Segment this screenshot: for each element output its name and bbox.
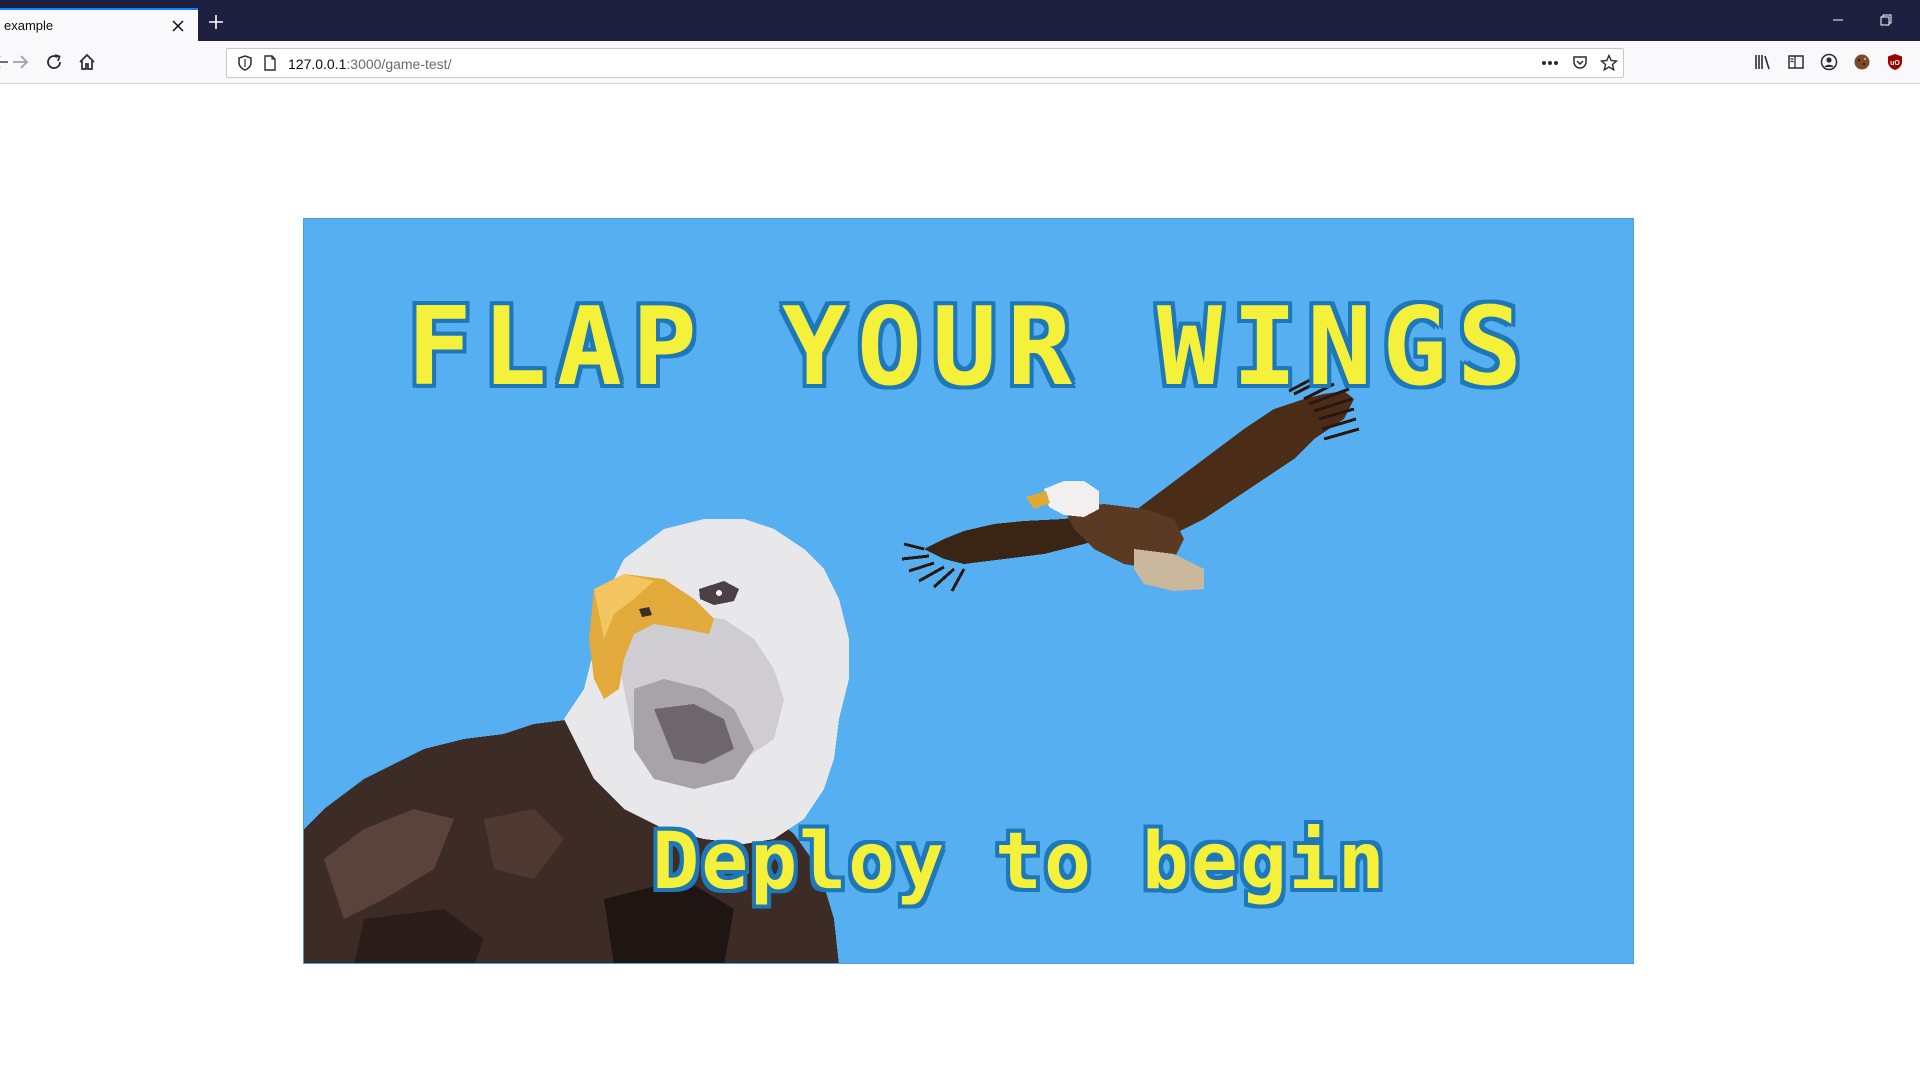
- url-text[interactable]: 127.0.0.1:3000/game-test/: [288, 56, 451, 72]
- sidebar-icon[interactable]: [1785, 51, 1807, 73]
- account-icon[interactable]: [1818, 51, 1840, 73]
- minimize-button[interactable]: [1828, 10, 1848, 30]
- game-canvas[interactable]: FLAP YOUR WINGS Deploy to begin: [303, 218, 1634, 964]
- restore-icon: [1880, 14, 1892, 26]
- ublock-icon[interactable]: uO: [1884, 51, 1906, 73]
- reload-icon[interactable]: [43, 51, 65, 73]
- minimize-icon: [1833, 19, 1843, 21]
- new-tab-button[interactable]: [206, 12, 226, 32]
- game-title: FLAP YOUR WINGS: [406, 285, 1533, 410]
- url-host: 127.0.0.1: [288, 56, 347, 72]
- star-icon[interactable]: [1600, 54, 1618, 72]
- url-path: :3000/game-test/: [346, 56, 452, 72]
- more-icon[interactable]: [1541, 54, 1559, 72]
- title-bar: example: [0, 0, 1920, 41]
- shield-icon[interactable]: [236, 54, 254, 72]
- svg-text:uO: uO: [1890, 60, 1900, 67]
- forward-arrow-icon[interactable]: [9, 51, 31, 73]
- library-icon[interactable]: [1752, 51, 1774, 73]
- url-bar[interactable]: 127.0.0.1:3000/game-test/: [226, 48, 1624, 78]
- tab-title: example: [4, 18, 54, 33]
- nav-toolbar: 127.0.0.1:3000/game-test/ uO: [0, 41, 1920, 84]
- pocket-icon[interactable]: [1571, 54, 1589, 72]
- close-icon[interactable]: [166, 14, 190, 38]
- game-subtitle: Deploy to begin: [652, 817, 1387, 907]
- cookie-icon[interactable]: [1851, 51, 1873, 73]
- restore-button[interactable]: [1876, 10, 1896, 30]
- home-icon[interactable]: [76, 51, 98, 73]
- browser-tab[interactable]: example: [0, 8, 198, 41]
- page-icon[interactable]: [261, 54, 279, 72]
- plus-icon: [209, 15, 223, 29]
